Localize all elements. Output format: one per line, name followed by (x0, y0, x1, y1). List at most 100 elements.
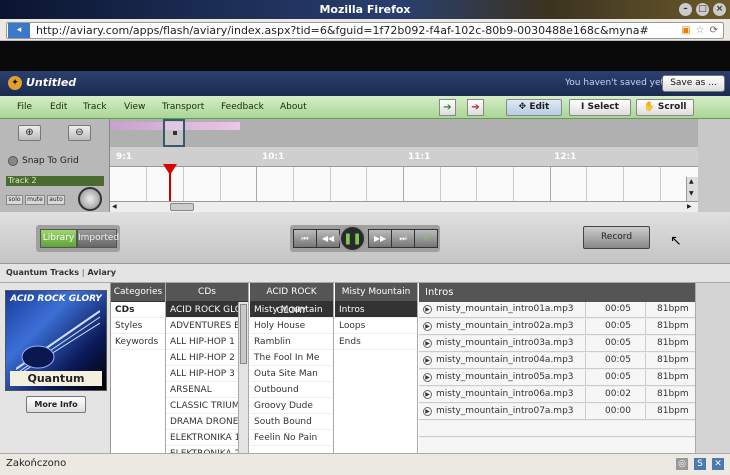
edit-tool-button[interactable]: ✥ Edit (506, 99, 562, 116)
play-icon[interactable]: ▶ (423, 407, 432, 416)
fast-forward-icon[interactable]: ▶▶ (368, 229, 392, 248)
category-item[interactable]: CDs (111, 302, 165, 318)
close-icon[interactable]: × (713, 3, 726, 16)
track-item[interactable]: Ramblin (250, 334, 333, 350)
intro-row[interactable]: ▶ misty_mountain_intro07a.mp3 00:00 81bpm (419, 404, 695, 420)
minimize-icon[interactable]: – (679, 3, 692, 16)
cd-item[interactable]: DRAMA DRONES (166, 414, 238, 430)
vertical-scrollbar[interactable]: ▲ ▼ (686, 177, 698, 201)
playhead-triangle-icon[interactable] (163, 164, 177, 175)
track-item[interactable]: Groovy Dude (250, 398, 333, 414)
intro-row[interactable]: ▶ misty_mountain_intro02a.mp3 00:05 81bpm (419, 319, 695, 335)
category-item[interactable]: Styles (111, 318, 165, 334)
grid-line (513, 167, 514, 201)
status-text: Zakończono (6, 458, 67, 469)
cd-item[interactable]: ARSENAL (166, 382, 238, 398)
snap-radio-icon[interactable] (8, 156, 18, 166)
auto-button[interactable]: auto (47, 195, 65, 205)
more-info-button[interactable]: More Info (26, 396, 86, 413)
addon-icon[interactable]: ◎ (676, 458, 688, 470)
intro-row[interactable]: ▶ misty_mountain_intro06a.mp3 00:02 81bpm (419, 387, 695, 403)
track-item[interactable]: South Bound (250, 414, 333, 430)
loop-icon[interactable]: ⟲ (414, 229, 438, 248)
mute-button[interactable]: mute (25, 195, 45, 205)
cd-item[interactable]: ELEKTRONIKA 1 (166, 430, 238, 446)
import-arrow-icon[interactable]: ➔ (439, 99, 456, 116)
horizontal-scrollbar[interactable]: ◀ ▶ (110, 201, 698, 212)
cd-item[interactable]: ALL HIP-HOP 1 (166, 334, 238, 350)
skip-end-icon[interactable]: ⏭ (391, 229, 415, 248)
save-as-button[interactable]: Save as ... (662, 75, 725, 92)
bookmark-star-icon[interactable]: ☆ (696, 25, 705, 36)
record-button[interactable]: Record (583, 226, 650, 249)
solo-button[interactable]: solo (6, 195, 23, 205)
url-text[interactable]: http://aviary.com/apps/flash/aviary/inde… (36, 24, 681, 37)
site-identity-icon[interactable]: ◂ (8, 23, 30, 38)
zoom-in-icon[interactable]: ⊕ (18, 125, 41, 141)
tools-icon[interactable]: ✕ (712, 458, 724, 470)
breadcrumb-root[interactable]: Quantum Tracks (6, 268, 79, 277)
imported-tab[interactable]: Imported (77, 229, 119, 248)
cd-item[interactable]: ALL HIP-HOP 2 (166, 350, 238, 366)
cd-item[interactable]: ALL HIP-HOP 3 (166, 366, 238, 382)
rss-icon[interactable]: ▣ (681, 25, 690, 36)
refresh-icon[interactable]: ⟳ (710, 25, 718, 36)
intro-row[interactable]: ▶ misty_mountain_intro04a.mp3 00:05 81bpm (419, 353, 695, 369)
cd-item[interactable]: ADVENTURES BE (166, 318, 238, 334)
play-icon[interactable]: ▶ (423, 390, 432, 399)
intro-row[interactable]: ▶ misty_mountain_intro01a.mp3 00:05 81bpm (419, 302, 695, 318)
cds-scroll-thumb[interactable] (240, 304, 247, 364)
scroll-thumb[interactable] (170, 203, 194, 211)
section-item[interactable]: Loops (335, 318, 417, 334)
intro-row[interactable]: ▶ misty_mountain_intro05a.mp3 00:05 81bpm (419, 370, 695, 386)
track-item[interactable]: The Fool In Me (250, 350, 333, 366)
track-item[interactable]: Misty Mountain (250, 302, 333, 318)
cd-item[interactable]: CLASSIC TRIUMP (166, 398, 238, 414)
track-item[interactable]: Outbound (250, 382, 333, 398)
cds-scrollbar[interactable] (238, 302, 248, 453)
breadcrumb-current[interactable]: Aviary (88, 268, 116, 277)
section-item[interactable]: Ends (335, 334, 417, 350)
url-bar[interactable]: ◂ http://aviary.com/apps/flash/aviary/in… (6, 22, 724, 39)
snap-to-grid-toggle[interactable]: Snap To Grid (8, 156, 79, 166)
menu-edit[interactable]: Edit (50, 102, 67, 112)
cd-item[interactable]: ACID ROCK GLOR (166, 302, 238, 318)
overview-strip[interactable] (110, 119, 698, 147)
menu-file[interactable]: File (17, 102, 32, 112)
track-name[interactable]: Track 2 (6, 176, 104, 186)
volume-knob[interactable] (78, 187, 102, 211)
section-item[interactable]: Intros (335, 302, 417, 318)
export-arrow-icon[interactable]: ➔ (467, 99, 484, 116)
scroll-left-icon[interactable]: ◀ (112, 203, 117, 210)
select-tool-button[interactable]: I Select (569, 99, 631, 116)
scroll-down-icon[interactable]: ▼ (689, 190, 694, 197)
play-icon[interactable]: ▶ (423, 339, 432, 348)
play-icon[interactable]: ▶ (423, 322, 432, 331)
category-item[interactable]: Keywords (111, 334, 165, 350)
menu-view[interactable]: View (124, 102, 145, 112)
play-icon[interactable]: ▶ (423, 373, 432, 382)
timeline[interactable]: 9:1 10:1 11:1 12:1 (110, 119, 698, 201)
skip-start-icon[interactable]: ⏮ (293, 229, 317, 248)
track-item[interactable]: Holy House (250, 318, 333, 334)
maximize-icon[interactable]: □ (696, 3, 709, 16)
intro-row[interactable]: ▶ misty_mountain_intro03a.mp3 00:05 81bpm (419, 336, 695, 352)
track-item[interactable]: Outa Site Man (250, 366, 333, 382)
skype-icon[interactable]: S (694, 458, 706, 470)
scroll-tool-button[interactable]: ✋ Scroll (636, 99, 694, 116)
ruler[interactable]: 9:1 10:1 11:1 12:1 (110, 147, 698, 167)
menu-track[interactable]: Track (83, 102, 107, 112)
zoom-out-icon[interactable]: ⊖ (68, 125, 91, 141)
scroll-right-icon[interactable]: ▶ (687, 203, 692, 210)
menu-transport[interactable]: Transport (162, 102, 204, 112)
track-lane[interactable] (110, 167, 698, 201)
library-tab[interactable]: Library (40, 229, 77, 248)
scroll-up-icon[interactable]: ▲ (689, 178, 694, 185)
track-item[interactable]: Feelin No Pain (250, 430, 333, 446)
menu-feedback[interactable]: Feedback (221, 102, 264, 112)
rewind-icon[interactable]: ◀◀ (316, 229, 340, 248)
pause-icon[interactable]: ❚❚ (339, 225, 366, 252)
menu-about[interactable]: About (280, 102, 307, 112)
play-icon[interactable]: ▶ (423, 356, 432, 365)
play-icon[interactable]: ▶ (423, 305, 432, 314)
